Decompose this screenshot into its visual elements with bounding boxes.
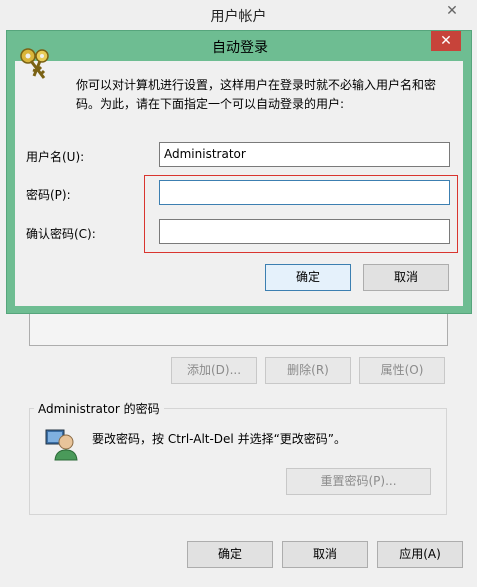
username-label: 用户名(U): [26, 150, 85, 164]
cancel-button[interactable]: 取消 [282, 541, 368, 568]
ok-button[interactable]: 确定 [187, 541, 273, 568]
password-label: 密码(P): [26, 188, 71, 202]
title-bar: 用户帐户 ✕ [0, 0, 477, 30]
close-icon[interactable]: ✕ [431, 31, 461, 51]
dialog-cancel-button[interactable]: 取消 [363, 264, 449, 291]
password-group [29, 408, 447, 515]
dialog-description: 你可以对计算机进行设置，这样用户在登录时就不必输入用户名和密码。为此，请在下面指… [76, 78, 437, 111]
dialog-ok-button[interactable]: 确定 [265, 264, 351, 291]
user-icon [45, 429, 78, 461]
dialog-title: 自动登录 [212, 40, 268, 56]
password-hint: 要改密码，按 Ctrl-Alt-Del 并选择“更改密码”。 [92, 432, 347, 446]
remove-button[interactable]: 删除(R) [265, 357, 351, 384]
username-field[interactable]: Administrator [159, 142, 450, 167]
apply-button[interactable]: 应用(A) [377, 541, 463, 568]
reset-password-button[interactable]: 重置密码(P)... [286, 468, 431, 495]
properties-button[interactable]: 属性(O) [359, 357, 445, 384]
password-group-title: Administrator 的密码 [34, 400, 164, 417]
confirm-password-label: 确认密码(C): [26, 227, 96, 241]
close-icon[interactable]: ✕ [437, 2, 467, 20]
add-button[interactable]: 添加(D)... [171, 357, 257, 384]
highlight-box [144, 175, 458, 253]
keys-icon [20, 48, 49, 79]
window-title: 用户帐户 [210, 9, 267, 25]
